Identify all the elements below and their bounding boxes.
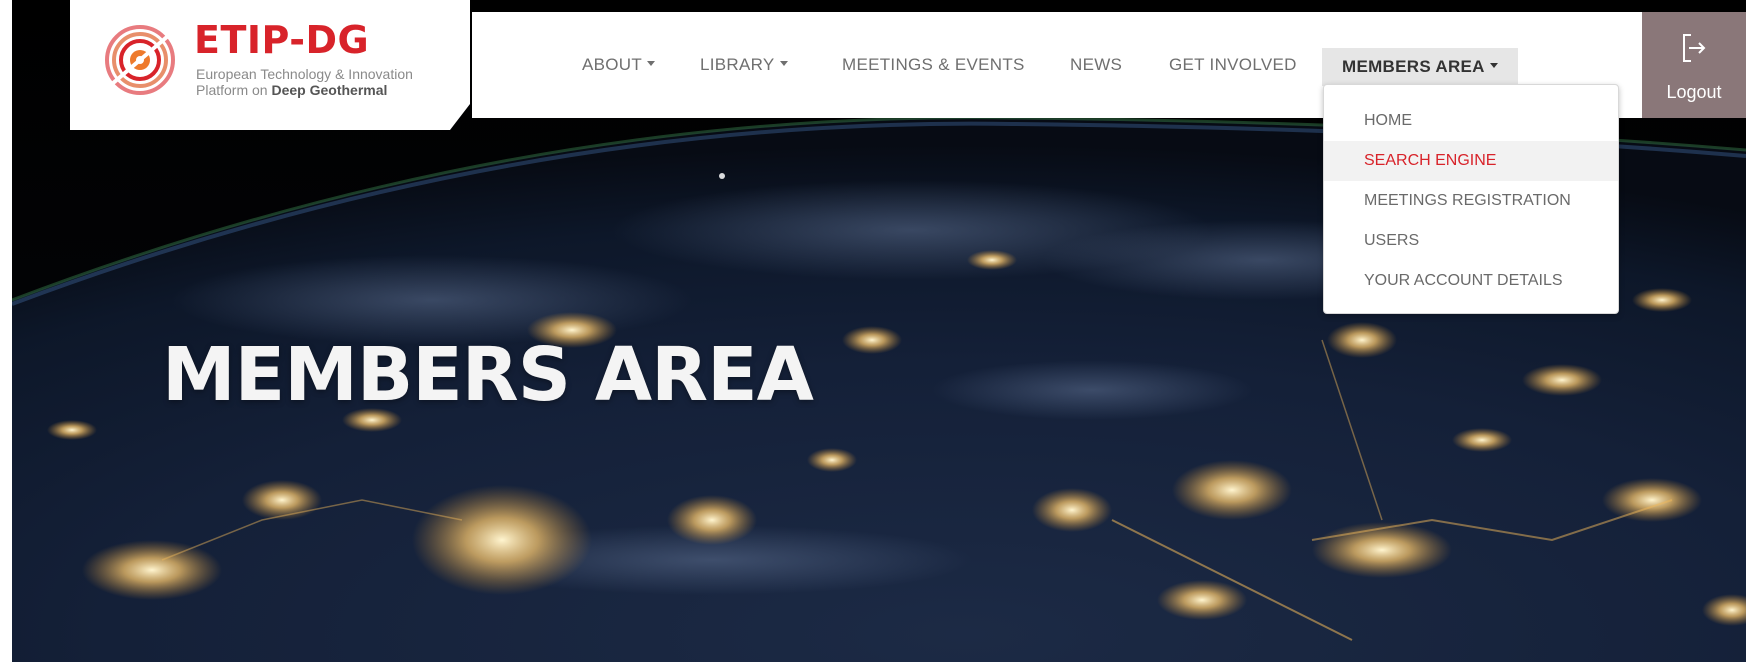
nav-item-label: MEMBERS AREA bbox=[1342, 57, 1485, 76]
nav-item-label: NEWS bbox=[1070, 55, 1123, 74]
caret-down-icon bbox=[647, 61, 656, 67]
dropdown-item-account-details[interactable]: YOUR ACCOUNT DETAILS bbox=[1324, 261, 1618, 301]
logo-subtitle-line1: European Technology & Innovation bbox=[196, 66, 413, 82]
nav-item-label: LIBRARY bbox=[700, 55, 775, 74]
page-title: MEMBERS AREA bbox=[162, 332, 814, 418]
nav-item-label: GET INVOLVED bbox=[1169, 55, 1297, 74]
dropdown-item-meetings-registration[interactable]: MEETINGS REGISTRATION bbox=[1324, 181, 1618, 221]
nav-item-get-involved[interactable]: GET INVOLVED bbox=[1169, 12, 1297, 118]
logout-label: Logout bbox=[1666, 82, 1722, 102]
nav-item-label: ABOUT bbox=[582, 55, 643, 74]
nav-item-about[interactable]: ABOUT bbox=[582, 12, 656, 118]
nav-item-label: MEETINGS & EVENTS bbox=[842, 55, 1025, 74]
logo[interactable]: ETIP-DG European Technology & Innovation… bbox=[70, 0, 470, 130]
logo-subtitle-line2: Platform on Deep Geothermal bbox=[196, 82, 413, 98]
nav-item-meetings-events[interactable]: MEETINGS & EVENTS bbox=[842, 12, 1025, 118]
nav-item-news[interactable]: NEWS bbox=[1070, 12, 1122, 118]
members-area-dropdown: HOME SEARCH ENGINE MEETINGS REGISTRATION… bbox=[1323, 84, 1619, 314]
page: MEMBERS AREA ETIP-DG European Technology… bbox=[0, 0, 1756, 665]
nav-item-members-area[interactable]: MEMBERS AREA bbox=[1322, 48, 1518, 86]
logo-title: ETIP-DG bbox=[194, 18, 370, 62]
nav-item-library[interactable]: LIBRARY bbox=[700, 12, 788, 118]
caret-down-icon bbox=[1489, 63, 1498, 69]
logout-button[interactable]: Logout bbox=[1642, 12, 1746, 118]
caret-down-icon bbox=[779, 61, 788, 67]
logo-subtitle-bold: Deep Geothermal bbox=[271, 82, 388, 98]
etip-dg-logo-icon bbox=[105, 25, 175, 95]
logo-subtitle: European Technology & Innovation Platfor… bbox=[196, 66, 413, 98]
logo-subtitle-prefix: Platform on bbox=[196, 82, 272, 98]
logout-icon bbox=[1683, 34, 1706, 62]
dropdown-item-search-engine[interactable]: SEARCH ENGINE bbox=[1324, 141, 1618, 181]
dropdown-item-home[interactable]: HOME bbox=[1324, 101, 1618, 141]
dropdown-item-users[interactable]: USERS bbox=[1324, 221, 1618, 261]
